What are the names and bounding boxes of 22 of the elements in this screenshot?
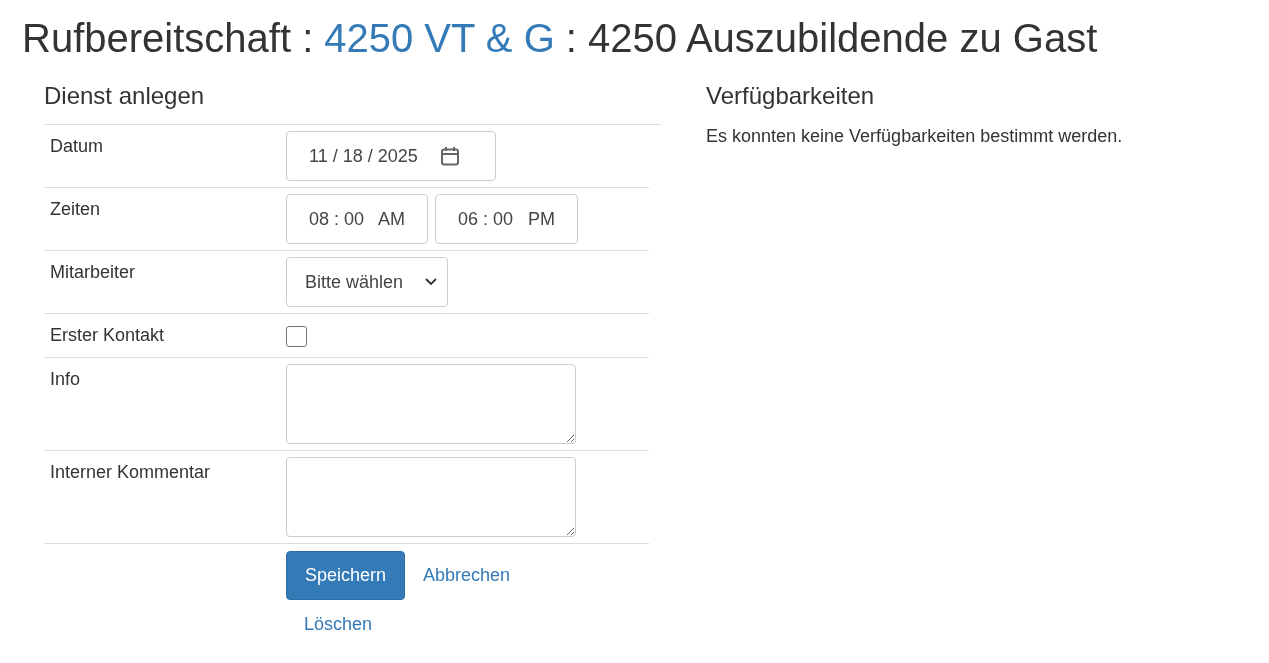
select-field[interactable]: Bitte wählen — [286, 257, 449, 307]
info-message: Es konnten keine Verfügbarkeiten bestimmt werden. — [706, 126, 1123, 147]
checkbox[interactable] — [286, 326, 307, 347]
field-label: Datum — [49, 135, 104, 158]
time-field[interactable]: 06 : 00 PM — [435, 194, 579, 244]
page-title: Rufbereitschaft : — [22, 15, 314, 62]
calendar-icon[interactable] — [439, 146, 460, 166]
field-label: Interner Kommentar — [49, 461, 212, 484]
date-field[interactable]: 11 / 18 / 2025 — [286, 131, 496, 181]
field-label: Mitarbeiter — [49, 261, 137, 284]
chevron-down-icon — [425, 278, 438, 286]
title-link[interactable]: 4250 VT & G — [324, 14, 555, 62]
section-heading: Dienst anlegen — [44, 76, 661, 125]
section-heading: Verfügbarkeiten — [706, 81, 876, 111]
delete-link[interactable]: Löschen — [286, 600, 391, 649]
field-label: Info — [49, 368, 82, 391]
field-label: Zeiten — [49, 198, 102, 221]
page-title: : 4250 Auszubildende zu Gast — [565, 15, 1098, 62]
save-button[interactable]: Speichern — [286, 551, 406, 600]
time-field[interactable]: 08 : 00 AM — [286, 194, 429, 244]
field-label: Erster Kontakt — [49, 324, 166, 347]
cancel-link[interactable]: Abbrechen — [405, 551, 529, 600]
